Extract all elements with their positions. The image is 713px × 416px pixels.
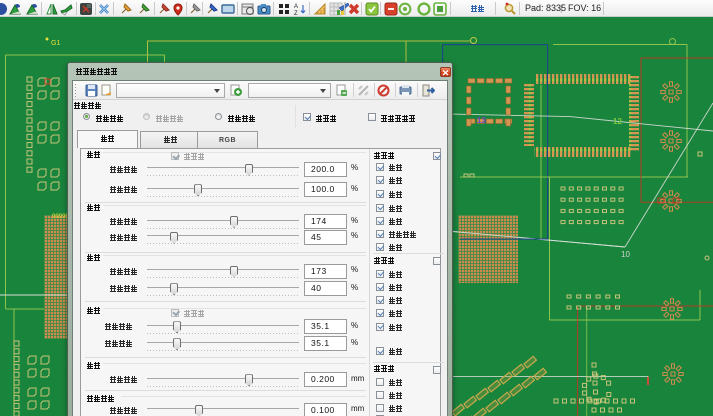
svg-text:A: A	[294, 4, 298, 10]
svg-text:G1: G1	[51, 40, 60, 47]
svg-text:12: 12	[613, 117, 622, 126]
svg-text:Z: Z	[294, 11, 298, 16]
svg-text:13: 13	[477, 116, 486, 125]
svg-text:10: 10	[621, 250, 630, 259]
